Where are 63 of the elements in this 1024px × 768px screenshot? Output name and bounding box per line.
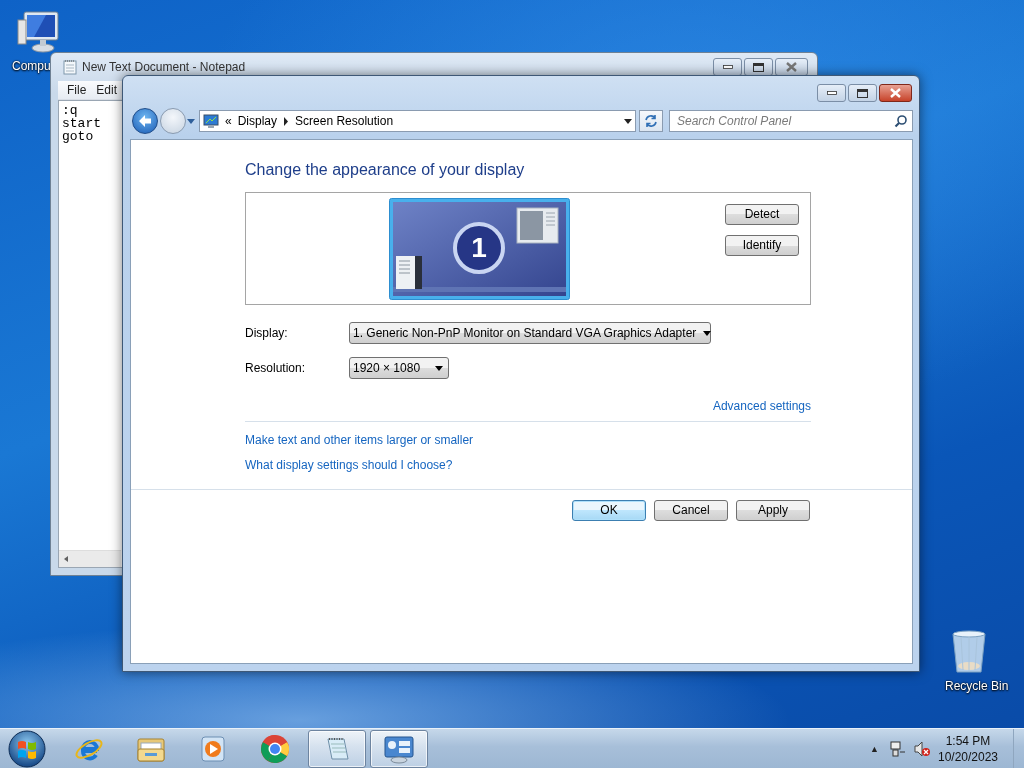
monitor-drawing[interactable] <box>389 198 570 300</box>
back-arrow-icon <box>137 113 153 129</box>
breadcrumb-arrow-icon[interactable] <box>283 116 290 126</box>
dialog-button[interactable]: OK <box>572 500 646 521</box>
dialog-button[interactable]: Apply <box>736 500 810 521</box>
menu-item[interactable]: Edit <box>96 83 118 97</box>
text-line: :q <box>62 104 78 117</box>
address-bar[interactable]: « Display Screen Resolution <box>199 110 636 132</box>
taskbar-button[interactable] <box>308 729 366 768</box>
dropdown-caret-icon <box>702 329 713 337</box>
maximize-icon <box>857 88 868 98</box>
close-button[interactable] <box>879 84 912 102</box>
search-icon[interactable] <box>894 114 908 128</box>
maximize-button[interactable] <box>848 84 877 102</box>
menu-item[interactable]: File <box>67 83 87 97</box>
back-button[interactable] <box>132 108 158 134</box>
clock-time: 1:54 PM <box>945 732 991 749</box>
link[interactable]: Make text and other items larger or smaller <box>245 432 474 448</box>
breadcrumb-overflow[interactable]: « <box>225 114 232 128</box>
minimize-button[interactable] <box>817 84 846 102</box>
breadcrumb-item[interactable]: Display <box>237 114 278 128</box>
link[interactable]: What display settings should I choose? <box>245 457 453 473</box>
maximize-icon <box>753 62 764 72</box>
close-button[interactable] <box>775 58 808 76</box>
field-label: Resolution: <box>245 361 307 375</box>
clock[interactable]: 1:54 PM 10/20/2023 <box>937 732 999 765</box>
monitor-icon <box>203 113 219 129</box>
close-icon <box>890 88 901 98</box>
taskbar-button[interactable] <box>370 729 428 768</box>
clock-date: 10/20/2023 <box>937 748 999 765</box>
dropdown[interactable]: 1920 × 1080 <box>349 357 449 379</box>
horizontal-scrollbar[interactable] <box>59 550 121 567</box>
dropdown[interactable]: 1. Generic Non-PnP Monitor on Standard VGA Graphics Adapter <box>349 322 711 344</box>
text-line: start <box>62 117 101 130</box>
desktop-icon-label[interactable]: Recycle Bin <box>945 679 1009 693</box>
monitor-number: 1 <box>471 233 487 263</box>
monitor-action-button[interactable]: Identify <box>725 235 799 256</box>
text-line: goto <box>62 130 94 143</box>
search-field[interactable]: Search Control Panel <box>669 110 913 132</box>
network-icon[interactable] <box>889 739 907 758</box>
minimize-button[interactable] <box>713 58 742 76</box>
desktop-icon-label[interactable]: Compu <box>12 59 51 73</box>
dropdown-caret-icon <box>434 364 444 372</box>
window-title: New Text Document - Notepad <box>82 60 246 74</box>
minimize-icon <box>722 65 733 69</box>
refresh-button[interactable] <box>639 110 663 132</box>
muted-speaker-icon[interactable] <box>913 739 931 758</box>
round-logo-icon <box>259 732 291 765</box>
show-hidden-icons-button[interactable]: ▲ <box>870 743 879 754</box>
monitor-action-button[interactable]: Detect <box>725 204 799 225</box>
maximize-button[interactable] <box>744 58 773 76</box>
recycle-bin-icon <box>949 628 989 676</box>
close-icon <box>786 62 797 72</box>
field-label: Display: <box>245 326 289 340</box>
link[interactable]: Advanced settings <box>712 398 811 414</box>
flag-orb-icon <box>7 728 47 768</box>
minimize-icon <box>826 91 837 95</box>
page-heading: Change the appearance of your display <box>245 160 526 180</box>
breadcrumb-item[interactable]: Screen Resolution <box>295 114 394 128</box>
refresh-icon <box>643 113 659 129</box>
dialog-button[interactable]: Cancel <box>654 500 728 521</box>
notepad-icon <box>62 59 78 75</box>
dropdown-caret-icon[interactable] <box>621 116 635 126</box>
